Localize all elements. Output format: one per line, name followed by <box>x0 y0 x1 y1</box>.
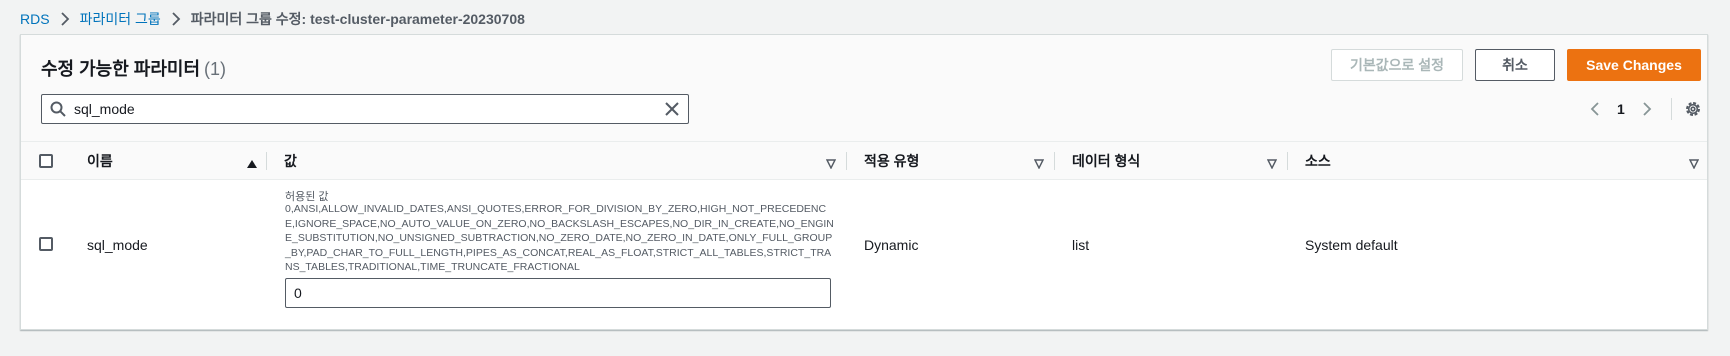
breadcrumb-rds[interactable]: RDS <box>20 11 50 27</box>
chevron-right-icon[interactable] <box>1639 101 1655 117</box>
table-header: 이름 값 적용 유형 데이터 형식 소스 <box>21 142 1707 180</box>
select-all-checkbox[interactable] <box>39 154 53 168</box>
parameter-name: sql_mode <box>87 237 148 253</box>
chevron-left-icon[interactable] <box>1587 101 1603 117</box>
chevron-right-icon <box>171 12 181 26</box>
column-divider <box>1287 152 1288 170</box>
sort-descending-outline-icon[interactable] <box>1688 156 1700 170</box>
column-header-label: 값 <box>284 153 297 169</box>
breadcrumb-parameter-groups[interactable]: 파라미터 그룹 <box>80 9 161 29</box>
sort-descending-outline-icon[interactable] <box>1266 156 1278 170</box>
column-header-label: 이름 <box>87 153 113 169</box>
sort-ascending-icon[interactable] <box>247 156 257 168</box>
column-divider <box>1054 152 1055 170</box>
column-header-label: 적용 유형 <box>864 153 920 169</box>
column-header-data-type[interactable]: 데이터 형식 <box>1072 142 1287 180</box>
search-icon <box>50 101 66 117</box>
chevron-right-icon <box>60 12 70 26</box>
source: System default <box>1305 237 1398 253</box>
panel-header: 수정 가능한 파라미터 (1) 기본값으로 설정 취소 Save Changes … <box>21 35 1707 142</box>
close-icon[interactable] <box>664 101 680 117</box>
reset-to-default-button[interactable]: 기본값으로 설정 <box>1331 49 1463 81</box>
breadcrumb: RDS 파라미터 그룹 파라미터 그룹 수정: test-cluster-par… <box>20 8 525 30</box>
search-input[interactable]: sql_mode <box>41 94 689 124</box>
editable-parameters-panel: 수정 가능한 파라미터 (1) 기본값으로 설정 취소 Save Changes … <box>20 34 1708 330</box>
allowed-values-text: 0,ANSI,ALLOW_INVALID_DATES,ANSI_QUOTES,E… <box>285 203 834 273</box>
data-type: list <box>1072 237 1090 253</box>
save-changes-button[interactable]: Save Changes <box>1567 49 1701 81</box>
column-header-source[interactable]: 소스 <box>1305 142 1709 180</box>
panel-title: 수정 가능한 파라미터 (1) <box>41 55 226 81</box>
column-header-name[interactable]: 이름 <box>87 142 267 180</box>
pagination-divider <box>1670 98 1672 120</box>
sort-descending-outline-icon[interactable] <box>825 156 837 170</box>
cancel-button[interactable]: 취소 <box>1475 49 1555 81</box>
apply-type: Dynamic <box>864 237 919 253</box>
parameter-value-input[interactable]: 0 <box>285 278 831 308</box>
column-header-label: 데이터 형식 <box>1072 153 1141 169</box>
panel-title-text: 수정 가능한 파라미터 <box>41 59 201 79</box>
breadcrumb-current: 파라미터 그룹 수정: test-cluster-parameter-20230… <box>190 11 525 27</box>
panel-count: (1) <box>204 59 227 79</box>
column-divider <box>846 152 847 170</box>
column-header-value[interactable]: 값 <box>284 142 846 180</box>
pagination: 1 <box>1587 98 1702 120</box>
table-row: sql_mode 허용된 값 0,ANSI,ALLOW_INVALID_DATE… <box>21 180 1707 331</box>
sort-descending-outline-icon[interactable] <box>1033 156 1045 170</box>
row-checkbox[interactable] <box>39 237 53 251</box>
search-value: sql_mode <box>74 101 135 117</box>
page-number[interactable]: 1 <box>1617 101 1625 117</box>
column-header-apply-type[interactable]: 적용 유형 <box>864 142 1054 180</box>
column-header-label: 소스 <box>1305 153 1331 169</box>
gear-icon[interactable] <box>1684 100 1702 118</box>
column-divider <box>266 152 267 170</box>
